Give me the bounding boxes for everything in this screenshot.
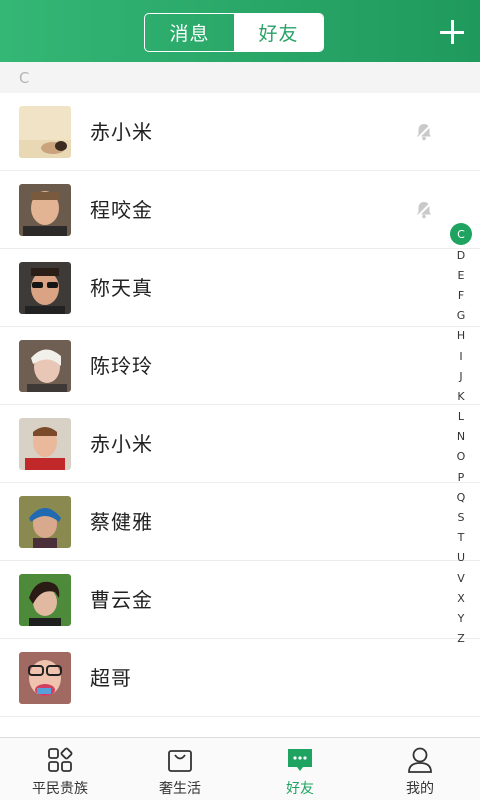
contact-list[interactable]: 赤小米 程咬金 称天真 陈玲玲 赤小米 蔡健雅 曹云金 超哥 [0,93,480,747]
index-letter[interactable]: I [450,346,472,366]
contact-name: 赤小米 [90,432,153,456]
contact-row[interactable]: 称天真 [0,249,480,327]
contact-row[interactable]: 蔡健雅 [0,483,480,561]
index-letter[interactable]: G [450,306,472,326]
avatar [19,184,71,236]
index-letter[interactable]: Z [450,629,472,649]
contact-name: 超哥 [90,666,132,690]
index-letter[interactable]: X [450,588,472,608]
tab-label: 奢生活 [159,781,201,797]
contact-row[interactable]: 程咬金 [0,171,480,249]
tab-friends-bottom[interactable]: 好友 [240,738,360,800]
index-letter[interactable]: J [450,366,472,386]
contact-name: 程咬金 [90,198,153,222]
contact-row[interactable]: 陈玲玲 [0,327,480,405]
section-header: C [0,62,480,93]
contact-row[interactable]: 赤小米 [0,405,480,483]
chat-icon [288,749,312,771]
grid-icon [48,747,73,772]
tab-label: 平民贵族 [32,781,88,797]
bag-icon [168,750,192,772]
person-icon [408,747,432,773]
index-letter[interactable]: K [450,386,472,406]
tab-luxury-life[interactable]: 奢生活 [120,738,240,800]
avatar [19,106,71,158]
mute-bell-icon [415,201,433,219]
top-nav-bar: 消息 好友 [0,0,480,62]
segmented-control: 消息 好友 [144,13,324,52]
tab-me[interactable]: 我的 [360,738,480,800]
tab-commoner-nobility[interactable]: 平民贵族 [0,738,120,800]
contact-name: 称天真 [90,276,153,300]
tab-messages[interactable]: 消息 [145,14,234,51]
index-letter[interactable]: C [450,223,472,245]
avatar [19,496,71,548]
tab-label: 我的 [406,781,434,797]
index-letter[interactable]: H [450,326,472,346]
index-letter[interactable]: N [450,427,472,447]
index-letter[interactable]: Q [450,487,472,507]
index-letter[interactable]: E [450,265,472,285]
avatar [19,652,71,704]
tab-label: 好友 [286,781,314,797]
tab-friends[interactable]: 好友 [234,14,323,51]
contact-name: 赤小米 [90,120,153,144]
alphabet-index[interactable]: C D E F G H I J K L N O P Q S T U V X Y … [450,223,472,649]
contact-name: 蔡健雅 [90,510,153,534]
index-letter[interactable]: T [450,528,472,548]
mute-bell-icon [415,123,433,141]
avatar [19,340,71,392]
contact-row[interactable]: 曹云金 [0,561,480,639]
avatar [19,574,71,626]
index-letter[interactable]: S [450,507,472,527]
index-letter[interactable]: L [450,407,472,427]
index-letter[interactable]: O [450,447,472,467]
bottom-tab-bar: 平民贵族 奢生活 好友 我的 [0,737,480,800]
contact-row[interactable]: 赤小米 [0,93,480,171]
avatar [19,418,71,470]
contact-name: 曹云金 [90,588,153,612]
index-letter[interactable]: U [450,548,472,568]
index-letter[interactable]: D [450,245,472,265]
index-letter[interactable]: P [450,467,472,487]
avatar [19,262,71,314]
contact-name: 陈玲玲 [90,354,153,378]
plus-icon[interactable] [440,20,464,44]
index-letter[interactable]: Y [450,608,472,628]
index-letter[interactable]: V [450,568,472,588]
section-letter: C [19,68,30,87]
index-letter[interactable]: F [450,285,472,305]
contact-row[interactable]: 超哥 [0,639,480,717]
